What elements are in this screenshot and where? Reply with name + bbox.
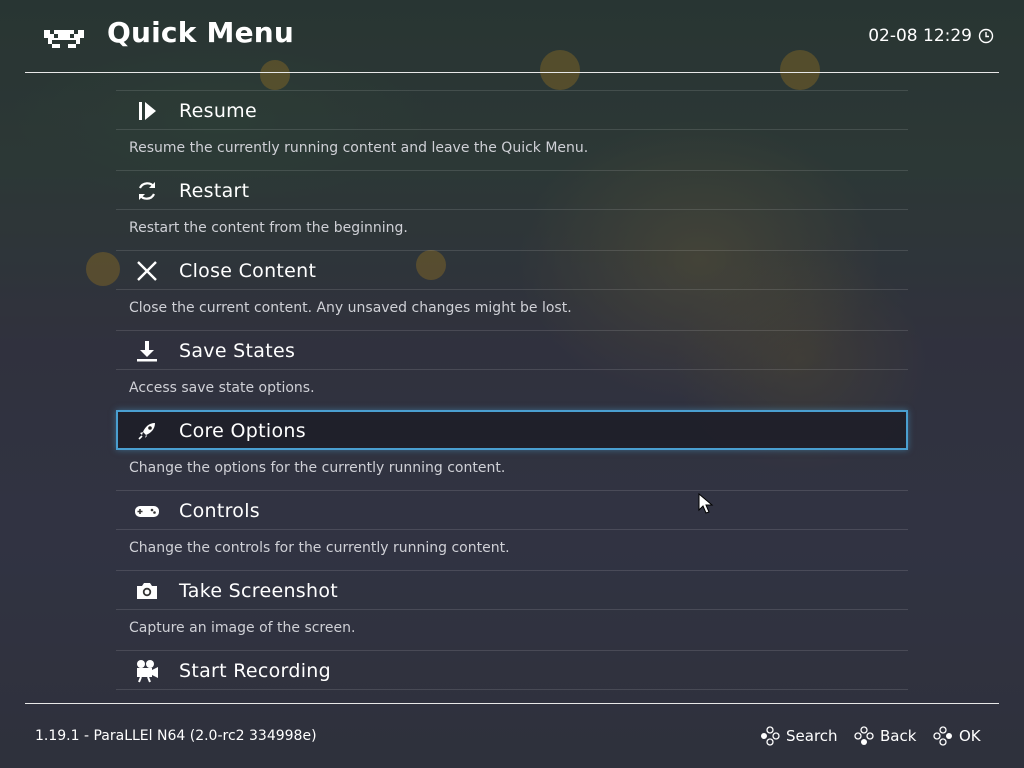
ok-hint-label: OK <box>959 727 981 745</box>
menu-item-description: Change the options for the currently run… <box>129 460 506 476</box>
menu-entry-take-screenshot: Take Screenshot Capture an image of the … <box>116 570 908 650</box>
menu-item-resume[interactable]: Resume <box>116 90 908 130</box>
gamepad-buttons-icon <box>761 726 780 746</box>
menu-item-description: Resume the currently running content and… <box>129 140 589 156</box>
back-hint[interactable]: Back <box>854 726 916 746</box>
menu-entry-save-states: Save States Access save state options. <box>116 330 908 410</box>
menu-item-label: Core Options <box>179 420 306 442</box>
menu-item-label: Take Screenshot <box>179 580 338 602</box>
search-hint[interactable]: Search <box>760 726 838 746</box>
retroarch-invader-icon <box>44 30 84 48</box>
menu-entry-restart: Restart Restart the content from the beg… <box>116 170 908 250</box>
menu-item-description: Change the controls for the currently ru… <box>129 540 510 556</box>
gamepad-icon <box>134 498 160 524</box>
menu-entry-core-options: Core Options Change the options for the … <box>116 410 908 490</box>
header-divider <box>25 72 999 73</box>
header: Quick Menu 02-08 12:29 <box>0 0 1024 72</box>
download-icon <box>134 338 160 364</box>
resume-icon <box>134 98 160 124</box>
gamepad-buttons-icon <box>933 726 952 746</box>
menu-item-label: Close Content <box>179 260 317 282</box>
menu-entry-resume: Resume Resume the currently running cont… <box>116 90 908 170</box>
menu-entry-close-content: Close Content Close the current content.… <box>116 250 908 330</box>
rocket-icon <box>134 418 160 444</box>
version-text: 1.19.1 - ParaLLEl N64 (2.0-rc2 334998e) <box>35 728 317 744</box>
menu-item-description: Restart the content from the beginning. <box>129 220 408 236</box>
menu-item-controls[interactable]: Controls <box>116 490 908 530</box>
video-camera-icon <box>134 658 160 684</box>
search-hint-label: Search <box>786 727 838 745</box>
menu-item-take-screenshot[interactable]: Take Screenshot <box>116 570 908 610</box>
menu-item-label: Save States <box>179 340 296 362</box>
camera-icon <box>134 578 160 604</box>
menu-item-label: Resume <box>179 100 257 122</box>
close-icon <box>134 258 160 284</box>
menu-item-label: Restart <box>179 180 250 202</box>
gamepad-buttons-icon <box>854 726 874 745</box>
restart-icon <box>134 178 160 204</box>
footer: 1.19.1 - ParaLLEl N64 (2.0-rc2 334998e) … <box>0 704 1024 768</box>
datetime-text: 02-08 12:29 <box>868 26 972 46</box>
menu-item-description: Close the current content. Any unsaved c… <box>129 300 572 316</box>
menu-item-close-content[interactable]: Close Content <box>116 250 908 290</box>
back-hint-label: Back <box>880 727 917 745</box>
clock-icon <box>978 28 994 44</box>
menu-item-start-recording[interactable]: Start Recording <box>116 650 908 690</box>
menu-item-core-options[interactable]: Core Options <box>116 410 908 450</box>
ok-hint[interactable]: OK <box>933 726 981 746</box>
menu-entry-controls: Controls Change the controls for the cur… <box>116 490 908 570</box>
quick-menu-list: Resume Resume the currently running cont… <box>116 90 908 730</box>
menu-item-save-states[interactable]: Save States <box>116 330 908 370</box>
menu-item-description: Capture an image of the screen. <box>129 620 356 636</box>
menu-item-description: Access save state options. <box>129 380 315 396</box>
page-title: Quick Menu <box>107 16 295 49</box>
menu-item-label: Start Recording <box>179 660 331 682</box>
menu-item-label: Controls <box>179 500 260 522</box>
mouse-cursor-icon <box>698 493 714 514</box>
clock: 02-08 12:29 <box>868 26 994 46</box>
menu-item-restart[interactable]: Restart <box>116 170 908 210</box>
